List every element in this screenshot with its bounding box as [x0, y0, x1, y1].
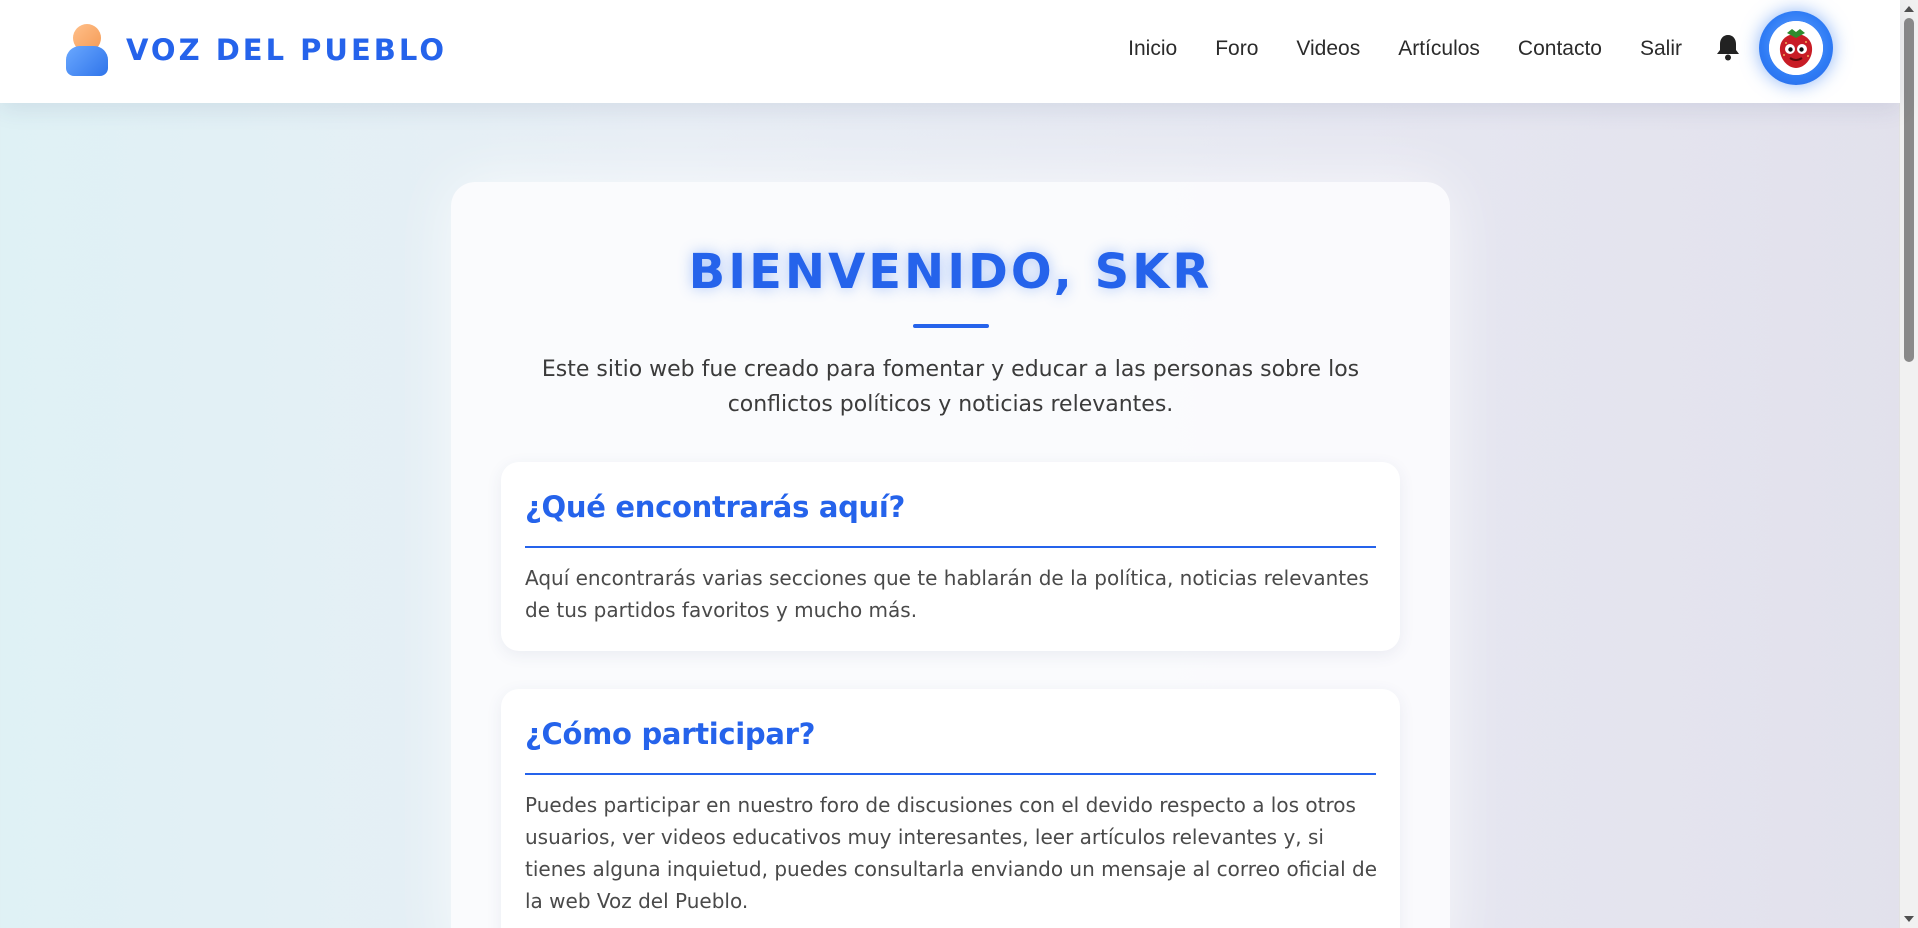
welcome-title: BIENVENIDO, SKR	[688, 244, 1213, 300]
main-nav: Inicio Foro Videos Artículos Contacto Sa…	[1090, 0, 1682, 98]
avatar[interactable]	[1759, 11, 1833, 85]
nav-item-inicio[interactable]: Inicio	[1128, 37, 1177, 61]
brand-name[interactable]: VOZ DEL PUEBLO	[126, 33, 447, 67]
nav-item-salir[interactable]: Salir	[1640, 37, 1682, 61]
bell-icon[interactable]	[1715, 33, 1741, 61]
vertical-scrollbar[interactable]	[1899, 0, 1918, 928]
nav-item-contacto[interactable]: Contacto	[1518, 37, 1602, 61]
strawberry-avatar-icon	[1769, 21, 1823, 75]
top-navbar: VOZ DEL PUEBLO Inicio Foro Videos Artícu…	[0, 0, 1900, 103]
scroll-up-icon[interactable]	[1904, 6, 1914, 12]
title-underline	[913, 324, 989, 328]
section-divider	[525, 773, 1376, 775]
user-icon	[66, 24, 110, 76]
nav-item-articulos[interactable]: Artículos	[1398, 37, 1480, 61]
scrollbar-thumb[interactable]	[1904, 18, 1914, 362]
section-text: Aquí encontrarás varias secciones que te…	[525, 566, 1369, 622]
scroll-down-icon[interactable]	[1904, 916, 1914, 922]
brand[interactable]: VOZ DEL PUEBLO	[66, 22, 447, 78]
section-card-que-encontraras: ¿Qué encontrarás aquí? Aquí encontrarás …	[501, 462, 1400, 651]
section-heading: ¿Cómo participar?	[525, 717, 816, 751]
intro-text: Este sitio web fue creado para fomentar …	[541, 357, 1360, 417]
section-heading: ¿Qué encontrarás aquí?	[525, 490, 906, 524]
nav-item-videos[interactable]: Videos	[1296, 37, 1360, 61]
section-text: Puedes participar en nuestro foro de dis…	[525, 793, 1378, 913]
nav-item-foro[interactable]: Foro	[1215, 37, 1258, 61]
section-card-como-participar: ¿Cómo participar? Puedes participar en n…	[501, 689, 1400, 928]
welcome-card: BIENVENIDO, SKR Este sitio web fue cread…	[451, 182, 1450, 928]
section-divider	[525, 546, 1376, 548]
